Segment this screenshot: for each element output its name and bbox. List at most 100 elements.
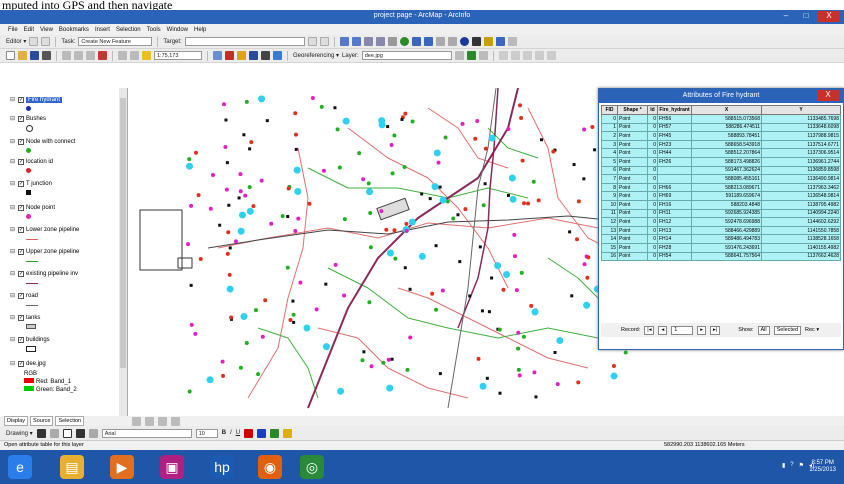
node-point-marker[interactable] (310, 96, 315, 101)
rotate-element-icon[interactable] (49, 428, 59, 438)
table-cell[interactable]: 1137514.6771 (761, 139, 841, 150)
T-junction-marker[interactable] (478, 245, 482, 249)
line-color-icon[interactable] (270, 428, 280, 438)
text-tool-icon[interactable] (75, 428, 85, 438)
fire-hydrant-marker[interactable] (479, 382, 487, 390)
node-with-connection-marker[interactable] (357, 151, 362, 156)
toc-layer[interactable]: ⊟ ✓ Node point (10, 204, 55, 211)
location-id-marker[interactable] (286, 186, 291, 191)
table-cell[interactable]: 0 (647, 182, 658, 193)
media-player-icon[interactable]: ▶ (110, 455, 134, 479)
layout-zoom-in-icon[interactable] (498, 51, 508, 60)
toc-layer[interactable]: ⊟ ✓ location id (10, 158, 53, 165)
T-junction-marker[interactable] (420, 192, 424, 196)
pan-icon[interactable] (387, 37, 397, 46)
table-cell[interactable]: Point (617, 156, 648, 167)
table-cell[interactable]: 588213.089671 (691, 182, 762, 193)
attribute-table-titlebar[interactable]: Attributes of Fire hydrant X (599, 89, 843, 103)
location-id-marker[interactable] (483, 146, 488, 151)
table-cell[interactable]: 1137988.9815 (761, 131, 841, 141)
layer-visibility-checkbox[interactable]: ✓ (18, 204, 24, 211)
layout-zoom-out-icon[interactable] (510, 51, 520, 60)
table-cell[interactable]: FH12 (657, 217, 692, 227)
menu-selection[interactable]: Selection (116, 27, 141, 33)
fire-hydrant-marker[interactable] (293, 166, 301, 174)
location-id-marker[interactable] (227, 272, 232, 277)
node-point-marker[interactable] (582, 262, 587, 267)
table-cell[interactable]: 588173.498826 (691, 156, 762, 167)
expand-icon[interactable]: ⊟ (10, 226, 16, 233)
node-point-marker[interactable] (259, 178, 264, 183)
fire-hydrant-marker[interactable] (439, 196, 447, 204)
node-point-marker[interactable] (238, 172, 243, 177)
T-junction-marker[interactable] (534, 395, 538, 399)
T-junction-marker[interactable] (224, 118, 228, 122)
table-cell[interactable]: FH11 (657, 208, 692, 219)
node-with-connection-marker[interactable] (238, 365, 243, 370)
expand-icon[interactable]: ⊟ (10, 292, 16, 299)
fire-hydrant-marker[interactable] (431, 183, 439, 191)
T-junction-marker[interactable] (582, 177, 586, 181)
T-junction-marker[interactable] (490, 276, 494, 280)
table-cell[interactable]: 588085.455161 (691, 174, 762, 184)
node-with-connection-marker[interactable] (256, 372, 261, 377)
add-data-icon[interactable] (142, 51, 151, 60)
table-cell[interactable]: 1136548.9814 (761, 191, 841, 201)
T-junction-marker[interactable] (593, 148, 597, 152)
table-cell[interactable]: 1133648.6098 (761, 122, 841, 133)
table-cell[interactable]: 1137306.9514 (761, 148, 841, 158)
location-id-marker[interactable] (536, 198, 541, 203)
internet-explorer-icon[interactable]: e (8, 455, 32, 479)
toc-layer[interactable]: ⊟ ✓ dee.jpg (10, 360, 46, 367)
model-builder-icon[interactable] (273, 51, 282, 60)
table-cell[interactable]: 4 (601, 148, 618, 158)
zoom-in-icon[interactable] (339, 37, 349, 46)
T-junction-marker[interactable] (434, 244, 438, 248)
toc-scrollbar[interactable] (119, 88, 127, 416)
menu-help[interactable]: Help (194, 27, 206, 33)
table-row[interactable]: 3 Point 0 FH23 588658.543918 1137514.6771 (601, 139, 841, 150)
table-cell[interactable]: FH14 (657, 234, 692, 244)
table-row[interactable]: 7 Point 0 588085.455161 1136490.9814 (601, 174, 841, 184)
fire-hydrant-marker[interactable] (503, 270, 511, 278)
T-junction-marker[interactable] (468, 294, 472, 298)
node-with-connection-marker[interactable] (337, 165, 342, 170)
marker-color-icon[interactable] (283, 428, 293, 438)
location-id-marker[interactable] (392, 228, 397, 233)
node-point-marker[interactable] (298, 280, 303, 285)
flag-icon[interactable]: ⚑ (799, 462, 804, 469)
node-point-marker[interactable] (475, 118, 480, 123)
node-point-marker[interactable] (389, 142, 394, 147)
node-point-marker[interactable] (379, 209, 384, 214)
node-point-marker[interactable] (512, 254, 517, 259)
expand-icon[interactable]: ⊟ (10, 270, 16, 277)
fire-hydrant-marker[interactable] (508, 174, 516, 182)
T-junction-marker[interactable] (483, 182, 487, 186)
node-with-connection-marker[interactable] (368, 245, 373, 250)
expand-icon[interactable]: ⊟ (10, 360, 16, 367)
layer-name[interactable]: T junction (26, 181, 52, 187)
table-cell[interactable]: 11 (601, 208, 618, 219)
table-cell[interactable]: 7 (601, 174, 618, 184)
table-cell[interactable]: 0 (647, 225, 658, 236)
node-point-marker[interactable] (314, 307, 319, 312)
table-cell[interactable]: Point (617, 174, 648, 184)
node-with-connection-marker[interactable] (244, 99, 249, 104)
menu-file[interactable]: File (8, 27, 18, 33)
show-selected-button[interactable]: Selected (773, 325, 802, 335)
fire-hydrant-marker[interactable] (186, 162, 194, 170)
time-slider-icon[interactable] (507, 37, 517, 46)
table-cell[interactable]: 1136859.8598 (761, 165, 841, 176)
python-icon[interactable] (261, 51, 270, 60)
node-with-connection-marker[interactable] (319, 104, 324, 109)
location-id-marker[interactable] (403, 111, 408, 116)
fire-hydrant-marker[interactable] (418, 252, 426, 260)
location-id-marker[interactable] (384, 227, 389, 232)
table-cell[interactable]: FH16 (657, 199, 692, 210)
T-junction-marker[interactable] (225, 161, 229, 165)
fire-hydrant-marker[interactable] (303, 324, 311, 332)
file-explorer-icon[interactable]: ▤ (60, 455, 84, 479)
table-cell[interactable]: 1136961.2744 (761, 156, 841, 167)
toc-layer[interactable]: ⊟ ✓ existing pipeline inv (10, 270, 78, 277)
table-cell[interactable]: 0 (647, 234, 658, 244)
